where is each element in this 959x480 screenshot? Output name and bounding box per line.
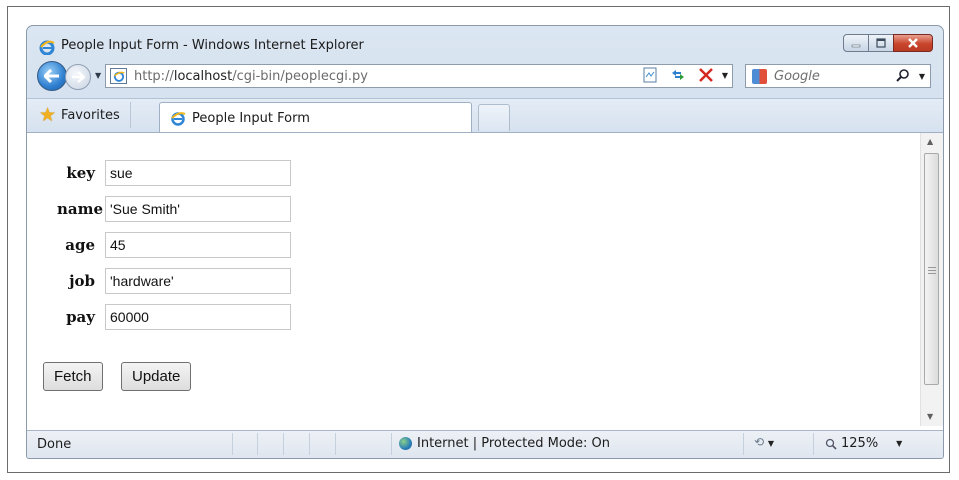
google-logo-icon	[752, 69, 767, 84]
search-box[interactable]: Google ▼	[745, 64, 931, 88]
field-label-job: job	[69, 272, 95, 290]
zoom-magnifier-icon	[825, 438, 837, 450]
field-label-key: key	[66, 164, 95, 182]
status-divider	[232, 433, 233, 455]
job-input[interactable]	[105, 268, 291, 294]
search-icon[interactable]	[896, 68, 910, 82]
zoom-dropdown[interactable]: ▼	[896, 439, 902, 448]
zone-text: Internet | Protected Mode: On	[417, 436, 611, 451]
url-path: /cgi-bin/peoplecgi.py	[232, 69, 368, 84]
status-divider	[309, 433, 310, 455]
scrollbar-thumb[interactable]	[924, 153, 939, 385]
pay-input[interactable]	[105, 304, 291, 330]
zoom-level: 125%	[841, 436, 879, 451]
search-options-dropdown[interactable]: ▼	[919, 72, 925, 81]
title-bar: People Input Form - Windows Internet Exp…	[27, 26, 943, 58]
favorites-star-icon: ★	[39, 103, 57, 126]
status-divider	[283, 433, 284, 455]
page-content: key name age job pay Fetch Update ▲ ▼	[27, 132, 943, 433]
refresh-button[interactable]	[669, 66, 687, 84]
favorites-label: Favorites	[61, 107, 120, 123]
field-label-name: name	[56, 200, 103, 218]
security-status-icon: ⟲	[754, 435, 765, 449]
tab-bar: ★ Favorites People Input Form	[27, 98, 943, 133]
refresh-icon	[672, 70, 684, 80]
url-host: localhost	[173, 69, 233, 84]
status-divider	[813, 433, 814, 455]
status-divider	[391, 433, 392, 455]
window-title: People Input Form - Windows Internet Exp…	[61, 38, 364, 53]
browser-window: People Input Form - Windows Internet Exp…	[26, 25, 944, 459]
navigation-tools	[641, 66, 715, 84]
field-label-pay: pay	[66, 308, 95, 326]
fetch-button[interactable]: Fetch	[43, 362, 103, 391]
security-dropdown[interactable]: ▼	[768, 439, 774, 448]
stop-button[interactable]	[697, 66, 715, 84]
maximize-button[interactable]	[868, 34, 894, 52]
window-controls	[843, 34, 933, 54]
vertical-scrollbar[interactable]: ▲ ▼	[920, 133, 943, 426]
tab-people-input-form[interactable]: People Input Form	[159, 102, 472, 133]
close-button[interactable]	[893, 34, 933, 52]
status-divider	[743, 433, 744, 455]
field-label-age: age	[65, 236, 95, 254]
page-icon	[110, 68, 127, 84]
url-prefix: http://	[134, 69, 174, 84]
address-bar[interactable]: http://localhost/cgi-bin/peoplecgi.py ▼	[105, 64, 733, 88]
favorites-button[interactable]: ★ Favorites	[33, 102, 131, 128]
stop-icon	[699, 68, 713, 82]
close-icon	[908, 38, 918, 48]
ie-logo-icon	[39, 40, 55, 55]
compatibility-view-button[interactable]	[641, 66, 659, 84]
history-dropdown[interactable]: ▼	[95, 71, 101, 80]
status-text: Done	[37, 437, 72, 452]
address-url[interactable]: http://localhost/cgi-bin/peoplecgi.py	[134, 69, 368, 84]
minimize-icon	[851, 44, 861, 48]
status-divider	[257, 433, 258, 455]
ie-page-icon	[113, 71, 125, 82]
internet-globe-icon	[399, 437, 412, 450]
status-divider	[335, 433, 336, 455]
back-arrow-icon	[44, 69, 59, 83]
forward-arrow-icon	[72, 71, 85, 83]
ie-tab-icon	[171, 112, 186, 126]
zoom-control[interactable]: 125% ▼	[825, 436, 902, 451]
maximize-icon	[876, 38, 886, 48]
search-placeholder: Google	[774, 69, 820, 84]
scroll-down-arrow-icon[interactable]: ▼	[927, 412, 933, 421]
compatibility-view-icon	[643, 67, 657, 83]
address-dropdown[interactable]: ▼	[722, 71, 728, 80]
new-tab-button[interactable]	[478, 104, 510, 131]
age-input[interactable]	[105, 232, 291, 258]
tab-label: People Input Form	[192, 110, 310, 126]
forward-button[interactable]	[65, 64, 91, 90]
minimize-button[interactable]	[843, 34, 869, 52]
navigation-bar: ▼ http://localhost/cgi-bin/peoplecgi.py …	[27, 59, 943, 91]
name-input[interactable]	[105, 196, 291, 222]
status-bar: Done Internet | Protected Mode: On ⟲ ▼ 1…	[27, 430, 943, 458]
scrollbar-grip-icon	[928, 267, 936, 274]
security-zone[interactable]: Internet | Protected Mode: On	[399, 436, 610, 451]
key-input[interactable]	[105, 160, 291, 186]
security-status-button[interactable]: ⟲ ▼	[754, 435, 774, 449]
update-button[interactable]: Update	[121, 362, 192, 391]
scroll-up-arrow-icon[interactable]: ▲	[927, 137, 933, 146]
back-button[interactable]	[37, 61, 67, 91]
